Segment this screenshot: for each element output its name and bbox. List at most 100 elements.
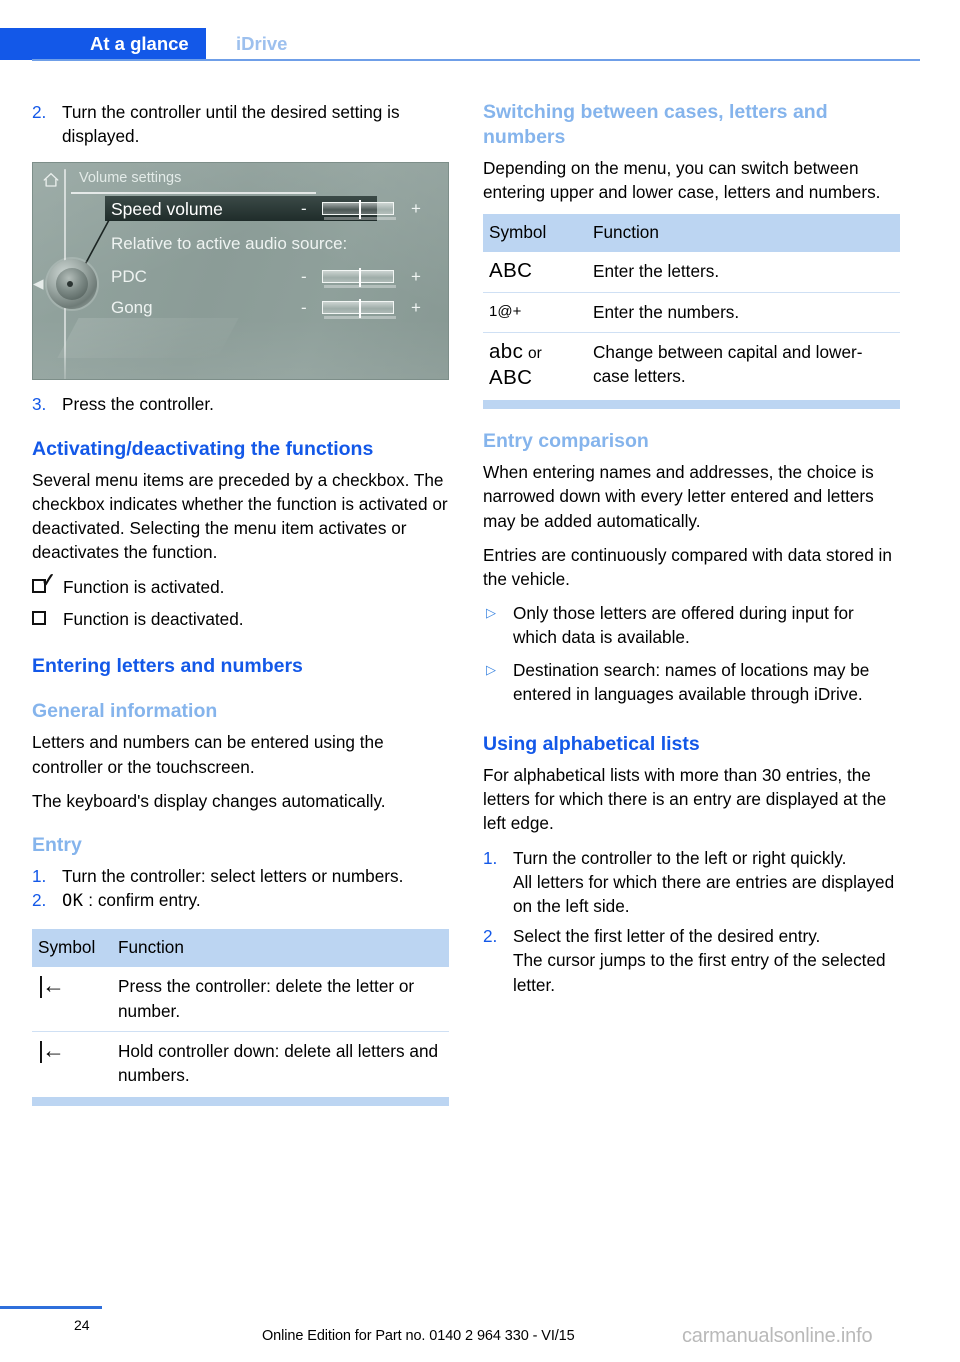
slider-gong[interactable]: [322, 299, 394, 319]
checkbox-checked-icon: ✓: [32, 571, 63, 600]
paragraph-alphabetical: For alphabetical lists with more than 30…: [483, 765, 887, 834]
left-column: 2. Turn the controller until the desired…: [32, 100, 449, 1107]
table-footer-bar: [483, 400, 900, 410]
table-header-symbol: Symbol: [38, 937, 96, 958]
list-text: Select the first letter of the desired e…: [513, 926, 821, 947]
list-item: 2. OK : confirm entry.: [32, 888, 449, 913]
paragraph-comparison-1: When entering names and addresses, the c…: [483, 462, 874, 531]
list-number: 1.: [32, 866, 47, 887]
idrive-speed-volume-label: Speed volume: [111, 199, 223, 220]
watermark: carmanualsonline.info: [682, 1325, 873, 1347]
slider-shadow-pdc: [324, 285, 396, 289]
list-text: OK : confirm entry.: [62, 888, 449, 913]
paragraph-comparison-2: Entries are continuously compared with d…: [483, 544, 892, 590]
case-symbols-table: Symbol Function ABC Enter the letters. 1…: [483, 214, 900, 410]
list-text: Press the controller.: [62, 394, 214, 415]
header-divider: [32, 59, 920, 61]
triangle-bullet-icon: ▷: [486, 605, 496, 621]
triangle-bullet-icon: ▷: [486, 661, 496, 677]
heading-switching-cases: Switching between cases, letters and num…: [483, 101, 828, 148]
minus-icon-pdc[interactable]: -: [301, 268, 307, 286]
table-header-row: Symbol Function: [483, 214, 900, 253]
list-subtext: The cursor jumps to the first entry of t…: [513, 950, 886, 995]
list-number: 2.: [483, 926, 498, 947]
table-cell-function: Change between capital and lower-case le…: [593, 341, 863, 387]
delete-letter-icon: |←: [38, 972, 65, 999]
list-item: 1. Turn the controller: select letters o…: [32, 864, 449, 888]
table-row: 1@+ Enter the numbers.: [483, 291, 900, 332]
page-header: At a glance iDrive: [0, 28, 960, 60]
or-label: or: [528, 344, 542, 362]
list-text-tail: : confirm entry.: [88, 890, 201, 911]
list-text: Turn the controller to the left or right…: [513, 847, 847, 868]
ok-symbol-icon: OK: [62, 891, 84, 912]
list-item: 2. Turn the controller until the desired…: [32, 100, 449, 148]
checkbox-activated-row: ✓ Function is activated.: [32, 571, 449, 600]
table-header-function: Function: [118, 937, 184, 958]
controller-knob[interactable]: [47, 259, 97, 310]
slider-shadow-gong: [324, 316, 396, 320]
list-number: 2.: [32, 102, 47, 122]
table-row: ABC Enter the letters.: [483, 252, 900, 291]
page-number: 24: [74, 1317, 90, 1333]
plus-icon-speed[interactable]: +: [411, 200, 421, 218]
table-row: abc or ABC Change between capital and lo…: [483, 331, 900, 398]
abc-lowercase-icon: abc: [489, 339, 524, 363]
home-icon: [43, 173, 59, 188]
heading-entry: Entry: [32, 834, 82, 857]
paragraph-activating: Several menu items are preceded by a che…: [32, 469, 448, 563]
back-arrow-icon[interactable]: ◂: [33, 273, 44, 294]
table-cell-function: Enter the letters.: [593, 261, 720, 282]
list-item: 1. Turn the controller to the left or ri…: [483, 846, 900, 870]
list-number: 2.: [32, 890, 47, 911]
slider-pdc[interactable]: [322, 268, 394, 288]
table-header-row: Symbol Function: [32, 929, 449, 968]
table-header-function: Function: [593, 222, 659, 243]
table-footer-bar: [32, 1097, 449, 1107]
checkbox-deactivated-row: Function is deactivated.: [32, 606, 449, 632]
list-item: ▷ Destination search: names of locations…: [483, 658, 900, 706]
delete-symbols-table: Symbol Function |← Press the controller:…: [32, 929, 449, 1107]
heading-entry-comparison: Entry comparison: [483, 430, 649, 453]
list-number: 3.: [32, 394, 47, 415]
paragraph-switching: Depending on the menu, you can switch be…: [483, 158, 881, 203]
idrive-screenshot: Volume settings Speed volume - + Relativ…: [32, 162, 449, 381]
list-item: 3. Press the controller.: [32, 392, 449, 416]
slider-shadow-speed: [324, 217, 396, 221]
slider-speed-volume[interactable]: [322, 200, 394, 220]
table-header-symbol: Symbol: [489, 222, 547, 243]
checkbox-unchecked-icon: [32, 606, 63, 632]
list-item: ▷ Only those letters are offered during …: [483, 601, 900, 649]
idrive-title-rule: [71, 192, 316, 194]
tab-at-a-glance[interactable]: At a glance: [0, 28, 206, 60]
table-row: |← Hold controller down: delete all lett…: [32, 1030, 449, 1095]
heading-entering-letters: Entering letters and numbers: [32, 655, 303, 678]
numbers-symbol-icon: 1@+: [489, 302, 522, 320]
minus-icon-speed[interactable]: -: [301, 200, 307, 218]
list-subtext: All letters for which there are entries …: [513, 871, 895, 917]
footer-note: Online Edition for Part no. 0140 2 964 3…: [262, 1328, 575, 1344]
list-item: 2. Select the first letter of the desire…: [483, 924, 900, 948]
idrive-gong-label: Gong: [111, 298, 153, 318]
list-text: Only those letters are offered during in…: [513, 603, 854, 648]
right-column: Switching between cases, letters and num…: [483, 100, 900, 997]
table-row: |← Press the controller: delete the lett…: [32, 967, 449, 1030]
list-text: Turn the controller until the desired se…: [62, 102, 400, 147]
checkbox-activated-label: Function is activated.: [63, 577, 225, 598]
table-cell-function: Enter the numbers.: [593, 301, 740, 322]
idrive-section-label: Relative to active audio source:: [111, 234, 348, 254]
list-text: Destination search: names of locations m…: [513, 659, 870, 704]
minus-icon-gong[interactable]: -: [301, 299, 307, 317]
plus-icon-gong[interactable]: +: [411, 299, 421, 317]
tab-idrive[interactable]: iDrive: [236, 28, 287, 60]
plus-icon-pdc[interactable]: +: [411, 268, 421, 286]
checkbox-deactivated-label: Function is deactivated.: [63, 609, 244, 630]
table-cell-function: Press the controller: delete the letter …: [118, 976, 415, 1021]
heading-general-information: General information: [32, 700, 218, 723]
footer-divider: [0, 1306, 102, 1309]
heading-activating-functions: Activating/deactivating the functions: [32, 437, 374, 460]
table-cell-function: Hold controller down: delete all letters…: [118, 1040, 439, 1086]
heading-alphabetical-lists: Using alphabetical lists: [483, 733, 700, 756]
abc-uppercase-icon: ABC: [489, 259, 533, 283]
case-toggle-icons: abc or ABC: [483, 340, 593, 390]
